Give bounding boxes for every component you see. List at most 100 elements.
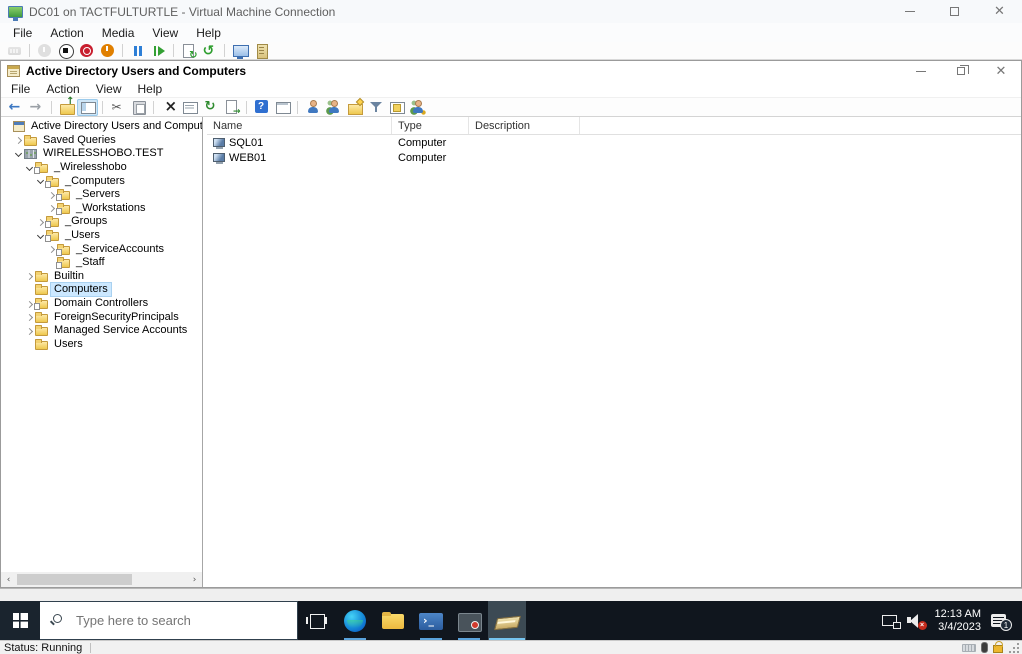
new-ou-icon[interactable]: [344, 99, 365, 116]
scroll-left-icon[interactable]: ‹: [1, 572, 16, 587]
list-row-sql01[interactable]: SQL01 Computer: [207, 135, 1021, 150]
taskbar-clock[interactable]: 12:13 AM 3/4/2023: [935, 608, 981, 634]
object-name: SQL01: [229, 136, 264, 149]
taskbar-button-edge[interactable]: [336, 601, 374, 640]
aduc-menubar: File Action View Help: [1, 81, 1021, 98]
new-user-icon[interactable]: [302, 99, 323, 116]
delete-icon[interactable]: [158, 98, 179, 116]
filter-icon[interactable]: [365, 99, 386, 116]
aduc-body: Active Directory Users and Computers [DC…: [1, 117, 1021, 587]
tree-item-builtin[interactable]: Builtin: [1, 270, 202, 284]
tree-item-foreignsecurityprincipals[interactable]: ForeignSecurityPrincipals: [1, 310, 202, 324]
list-row-web01[interactable]: WEB01 Computer: [207, 150, 1021, 165]
up-one-level-icon[interactable]: [56, 97, 77, 116]
refresh-icon[interactable]: [200, 99, 221, 116]
pause-icon[interactable]: [127, 42, 148, 59]
shut-down-icon[interactable]: [76, 42, 97, 59]
reset-icon[interactable]: [148, 42, 169, 59]
cut-icon[interactable]: [107, 99, 128, 116]
scrollbar-thumb[interactable]: [17, 574, 132, 585]
tree-item-saved-queries[interactable]: Saved Queries: [1, 134, 202, 148]
menu-help[interactable]: Help: [187, 23, 230, 42]
running-indicator: [458, 638, 480, 640]
tree-item-managed-service-accounts[interactable]: Managed Service Accounts: [1, 324, 202, 338]
paste-icon[interactable]: [128, 99, 149, 116]
taskbar-search-input[interactable]: [40, 602, 297, 639]
column-header-description[interactable]: Description: [469, 117, 580, 134]
turn-off-icon[interactable]: [55, 42, 76, 59]
menu-action[interactable]: Action: [38, 81, 87, 97]
chevron-closed-icon[interactable]: [25, 311, 35, 323]
menu-file[interactable]: File: [4, 23, 41, 42]
share-device-icon[interactable]: [250, 42, 271, 59]
maximize-icon: [950, 7, 959, 16]
delegate-icon[interactable]: [407, 99, 428, 116]
properties-icon[interactable]: [179, 99, 200, 116]
aduc-close-button[interactable]: ✕: [981, 61, 1021, 81]
tree-item-computers[interactable]: _Computers: [1, 174, 202, 188]
vm-maximize-button[interactable]: [932, 0, 977, 23]
tree-item-workstations[interactable]: _Workstations: [1, 202, 202, 216]
ou-icon: [34, 298, 48, 311]
tree-item-domain-controllers[interactable]: Domain Controllers: [1, 297, 202, 311]
restore-icon: [957, 65, 969, 75]
chevron-closed-icon[interactable]: [25, 325, 35, 337]
notifications-icon[interactable]: 1: [991, 614, 1012, 631]
back-icon[interactable]: [5, 99, 26, 116]
chevron-closed-icon[interactable]: [25, 270, 35, 282]
aduc-minimize-button[interactable]: [901, 61, 941, 81]
tree-item-computers[interactable]: Computers: [1, 283, 202, 297]
taskbar-button-aduc[interactable]: [488, 601, 526, 640]
resize-grip[interactable]: [1010, 642, 1020, 653]
tree-horizontal-scrollbar[interactable]: ‹ ›: [1, 572, 202, 587]
menu-view[interactable]: View: [143, 23, 187, 42]
menu-help[interactable]: Help: [130, 81, 171, 97]
taskbar-button-task-view[interactable]: [298, 601, 336, 640]
vm-minimize-button[interactable]: [887, 0, 932, 23]
taskbar-button-powershell[interactable]: [412, 601, 450, 640]
taskbar-button-file-explorer[interactable]: [374, 601, 412, 640]
column-header-name[interactable]: Name: [207, 117, 392, 134]
start-button[interactable]: [0, 601, 40, 640]
vm-toolbar: [0, 42, 1022, 61]
network-icon[interactable]: [881, 615, 901, 629]
help-icon[interactable]: [251, 99, 272, 116]
enhanced-session-icon[interactable]: [229, 42, 250, 59]
tree-item-staff[interactable]: _Staff: [1, 256, 202, 270]
taskbar-button-server-manager[interactable]: [450, 601, 488, 640]
revert-icon[interactable]: [199, 42, 220, 59]
chevron-closed-icon[interactable]: [14, 134, 24, 146]
save-icon[interactable]: [97, 42, 118, 59]
export-list-icon[interactable]: [221, 99, 242, 117]
menu-file[interactable]: File: [3, 81, 38, 97]
console-window-icon[interactable]: [272, 99, 293, 116]
column-header-type[interactable]: Type: [392, 117, 469, 134]
menu-media[interactable]: Media: [93, 23, 144, 42]
tree-item-wirelesshobo-test[interactable]: WIRELESSHOBO.TEST: [1, 147, 202, 161]
scroll-right-icon[interactable]: ›: [187, 572, 202, 587]
menu-action[interactable]: Action: [41, 23, 92, 42]
ou-icon: [56, 202, 70, 215]
find-icon[interactable]: [386, 99, 407, 116]
chevron-open-icon[interactable]: [14, 148, 24, 160]
volume-muted-icon[interactable]: [906, 613, 927, 630]
tree-item-wirelesshobo[interactable]: _Wirelesshobo: [1, 161, 202, 175]
tree-item-groups[interactable]: _Groups: [1, 215, 202, 229]
vm-close-button[interactable]: ✕: [977, 0, 1022, 23]
tree-item-servers[interactable]: _Servers: [1, 188, 202, 202]
new-group-icon[interactable]: [323, 99, 344, 116]
vm-titlebar: DC01 on TACTFULTURTLE - Virtual Machine …: [0, 0, 1022, 23]
forward-icon[interactable]: [26, 99, 47, 116]
menu-view[interactable]: View: [88, 81, 130, 97]
checkpoint-icon[interactable]: [178, 42, 199, 61]
tree-item-serviceaccounts[interactable]: _ServiceAccounts: [1, 242, 202, 256]
aduc-restore-button[interactable]: [941, 61, 981, 81]
tree-item-users[interactable]: Users: [1, 338, 202, 352]
tree-item-label: _Computers: [65, 174, 125, 187]
show-console-tree-icon[interactable]: [77, 98, 98, 116]
notification-badge: 1: [1000, 619, 1012, 631]
tree-item-active-directory-users-and-computers-dc01[interactable]: Active Directory Users and Computers [DC…: [1, 120, 202, 134]
tree-item-label: _Wirelesshobo: [54, 161, 127, 174]
tree-item-users[interactable]: _Users: [1, 229, 202, 243]
taskbar-search[interactable]: [40, 601, 298, 640]
